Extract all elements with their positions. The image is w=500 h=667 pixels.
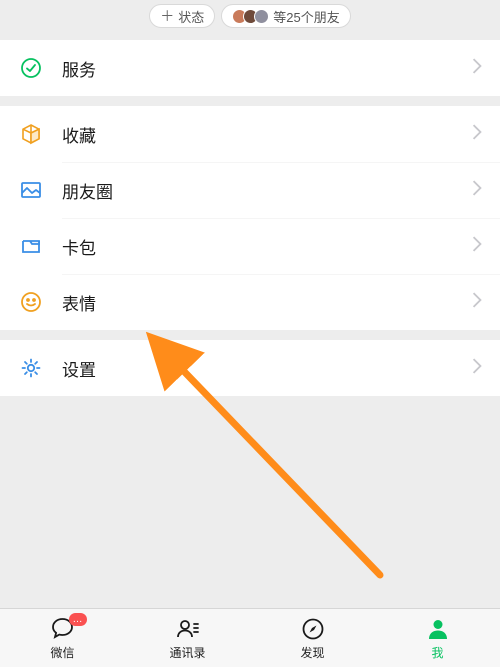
tab-contacts[interactable]: 通讯录 — [125, 609, 250, 667]
cell-label: 收藏 — [62, 122, 472, 147]
list-group-settings: 设置 — [0, 340, 500, 396]
tab-label: 我 — [431, 644, 443, 661]
contacts-icon — [174, 616, 202, 642]
cards-icon — [18, 233, 44, 259]
tab-label: 微信 — [50, 644, 74, 661]
cell-label: 朋友圈 — [62, 178, 472, 203]
cell-label: 服务 — [62, 56, 472, 81]
tab-bar: … 微信 通讯录 发现 — [0, 608, 500, 667]
avatar-icon — [254, 9, 269, 24]
moments-icon — [18, 177, 44, 203]
friends-label: 等25个朋友 — [273, 7, 339, 26]
chevron-right-icon — [472, 292, 482, 313]
friends-avatars — [232, 9, 269, 24]
friends-pill[interactable]: 等25个朋友 — [221, 4, 350, 28]
cell-settings[interactable]: 设置 — [0, 340, 500, 396]
content: ＋ 状态 等25个朋友 服务 — [0, 0, 500, 608]
status-pill[interactable]: ＋ 状态 — [149, 4, 215, 28]
cell-cards[interactable]: 卡包 — [0, 218, 500, 274]
tab-discover[interactable]: 发现 — [250, 609, 375, 667]
favorites-icon — [18, 121, 44, 147]
discover-icon — [299, 616, 327, 642]
tab-me[interactable]: 我 — [375, 609, 500, 667]
chevron-right-icon — [472, 58, 482, 79]
status-label: 状态 — [178, 7, 204, 26]
list-group-main: 收藏 朋友圈 — [0, 106, 500, 330]
chevron-right-icon — [472, 180, 482, 201]
me-screen: ＋ 状态 等25个朋友 服务 — [0, 0, 500, 667]
cell-label: 设置 — [62, 356, 472, 381]
me-icon — [424, 616, 452, 642]
cell-label: 表情 — [62, 290, 472, 315]
cell-moments[interactable]: 朋友圈 — [0, 162, 500, 218]
tab-chats[interactable]: … 微信 — [0, 609, 125, 667]
cell-service[interactable]: 服务 — [0, 40, 500, 96]
tab-label: 通讯录 — [169, 644, 205, 661]
service-icon — [18, 55, 44, 81]
cell-label: 卡包 — [62, 234, 472, 259]
chevron-right-icon — [472, 236, 482, 257]
cell-favorites[interactable]: 收藏 — [0, 106, 500, 162]
tab-label: 发现 — [300, 644, 324, 661]
chevron-right-icon — [472, 124, 482, 145]
badge: … — [69, 613, 87, 626]
settings-icon — [18, 355, 44, 381]
stickers-icon — [18, 289, 44, 315]
top-pills: ＋ 状态 等25个朋友 — [0, 4, 500, 28]
plus-icon: ＋ — [160, 6, 174, 26]
chevron-right-icon — [472, 358, 482, 379]
cell-stickers[interactable]: 表情 — [0, 274, 500, 330]
list-group-service: 服务 — [0, 40, 500, 96]
